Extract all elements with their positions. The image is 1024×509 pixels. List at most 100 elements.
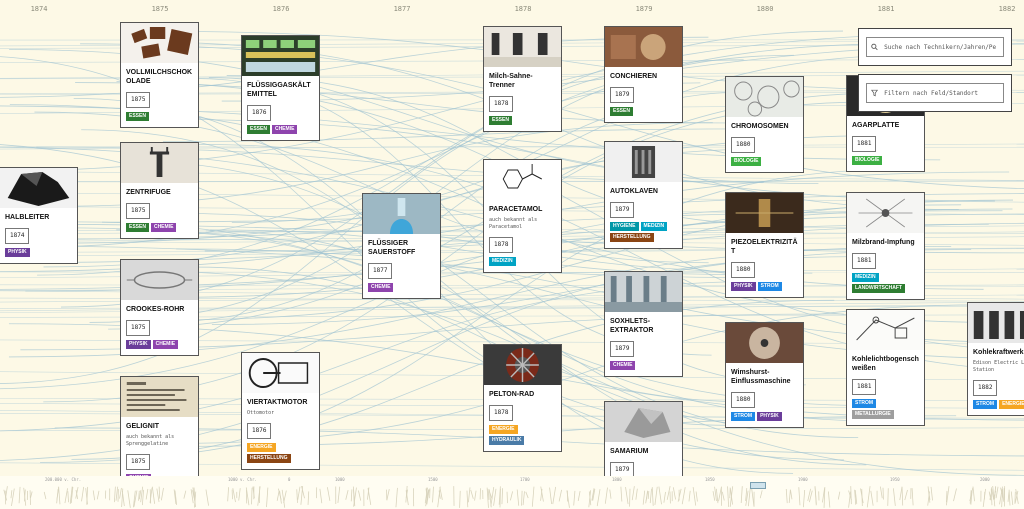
- timeline-card-autoklaven[interactable]: AUTOKLAVEN 1879 HYGIENE MEDIZIN HERSTELLUNG: [604, 141, 683, 249]
- card-year: 1882: [973, 380, 998, 396]
- tag-chemie[interactable]: CHEMIE: [152, 340, 179, 349]
- card-tags: PHYSIK STROM: [731, 282, 798, 293]
- timeline-card-zentrifuge[interactable]: ZENTRIFUGE 1875 ESSEN CHEMIE: [120, 142, 199, 239]
- tag-physik[interactable]: PHYSIK: [757, 412, 782, 421]
- tag-chemie[interactable]: CHEMIE: [610, 361, 636, 370]
- tag-chemie[interactable]: CHEMIE: [150, 223, 177, 232]
- tag-biologie[interactable]: BIOLOGIE: [731, 157, 762, 166]
- tag-essen[interactable]: ESSEN: [489, 116, 512, 125]
- timeline-card-vollmilch[interactable]: VOLLMILCHSCHOKOLADE 1875 ESSEN: [120, 22, 199, 128]
- tag-essen[interactable]: ESSEN: [247, 125, 270, 134]
- tag-physik[interactable]: PHYSIK: [5, 248, 30, 257]
- tag-hygiene[interactable]: HYGIENE: [610, 222, 639, 231]
- tag-chemie[interactable]: CHEMIE: [271, 125, 298, 134]
- tag-energie[interactable]: ENERGIE: [999, 400, 1024, 409]
- minimap-tick: [474, 490, 477, 501]
- minimap-tick: [1002, 488, 1004, 502]
- timeline-card-soxhlet[interactable]: SOXHLETS-EXTRAKTOR 1879 CHEMIE: [604, 271, 683, 377]
- timeline-card-halbleiter[interactable]: HALBLEITER 1874 PHYSIK: [0, 167, 78, 264]
- minimap-tick: [549, 487, 553, 504]
- card-thumbnail: [726, 193, 803, 233]
- minimap-tick: [672, 487, 676, 500]
- timeline-card-viertakt[interactable]: VIERTAKTMOTOR Ottomotor 1876 ENERGIE HERSTEL…: [241, 352, 320, 470]
- tag-medizin[interactable]: MEDIZIN: [852, 273, 879, 282]
- tag-essen[interactable]: ESSEN: [126, 112, 149, 121]
- tag-energie[interactable]: ENERGIE: [489, 425, 518, 434]
- tag-herstellung[interactable]: HERSTELLUNG: [610, 233, 654, 242]
- search-input[interactable]: [882, 42, 1003, 52]
- tag-chemie[interactable]: CHEMIE: [368, 283, 394, 292]
- minimap-tick: [658, 486, 662, 505]
- minimap-tick: [850, 486, 852, 505]
- filter-field[interactable]: [866, 83, 1004, 103]
- minimap-tick: [350, 489, 353, 502]
- minimap-scale-label: 1800: [612, 477, 622, 482]
- minimap-tick: [785, 488, 788, 504]
- timeline-card-piezo[interactable]: PIEZOELEKTRIZITÄT 1880 PHYSIK STROM: [725, 192, 804, 298]
- timeline-card-milzbrand[interactable]: Milzbrand-Impfung 1881 MEDIZIN LANDWIRTSCHA…: [846, 192, 925, 300]
- timeline-minimap[interactable]: 200.000 v. Chr. 1000 v. Chr. 0 1000 1500 1700…: [0, 476, 1024, 509]
- minimap-tick: [620, 486, 623, 502]
- tag-landwirtschaft[interactable]: LANDWIRTSCHAFT: [852, 284, 905, 293]
- minimap-tick: [692, 487, 697, 506]
- minimap-tick: [138, 490, 140, 501]
- minimap-viewport-handle[interactable]: [750, 482, 766, 489]
- tag-physik[interactable]: PHYSIK: [731, 282, 756, 291]
- minimap-tick: [43, 491, 47, 500]
- minimap-tick: [160, 487, 164, 501]
- tag-medizin[interactable]: MEDIZIN: [489, 257, 516, 266]
- tag-biologie[interactable]: BIOLOGIE: [852, 156, 883, 165]
- tag-physik[interactable]: PHYSIK: [126, 340, 151, 349]
- minimap-tick: [531, 486, 535, 507]
- card-year: 1875: [126, 203, 151, 219]
- tag-strom[interactable]: STROM: [757, 282, 782, 291]
- year-label-1877: 1877: [393, 5, 411, 13]
- card-tags: CHEMIE: [368, 283, 435, 294]
- tag-hydraulik[interactable]: HYDRAULIK: [489, 436, 525, 445]
- search-field[interactable]: [866, 37, 1004, 57]
- search-icon: [871, 43, 878, 51]
- minimap-tick: [487, 489, 490, 500]
- minimap-tick: [395, 487, 398, 508]
- timeline-card-kohlekraft[interactable]: Kohlekraftwerk Edison Electric Light Stat…: [967, 302, 1024, 416]
- minimap-tick: [714, 486, 717, 502]
- card-year: 1879: [610, 87, 635, 103]
- timeline-card-crookes[interactable]: CROOKES-ROHR 1875 PHYSIK CHEMIE: [120, 259, 199, 356]
- timeline-card-samarium[interactable]: SAMARIUM 1879: [604, 401, 683, 487]
- tag-essen[interactable]: ESSEN: [610, 107, 633, 116]
- timeline-card-sauerstoff[interactable]: FLÜSSIGER SAUERSTOFF 1877 CHEMIE: [362, 193, 441, 299]
- card-title: CONCHIEREN: [610, 73, 658, 80]
- timeline-card-gelignit[interactable]: GELIGNIT auch bekannt als Sprenggelatine 1…: [120, 376, 199, 490]
- timeline-card-pelton[interactable]: PELTON-RAD 1878 ENERGIE HYDRAULIK: [483, 344, 562, 452]
- minimap-tick: [681, 487, 686, 505]
- timeline-card-conchieren[interactable]: CONCHIEREN 1879 ESSEN: [604, 26, 683, 123]
- tag-strom[interactable]: STROM: [973, 400, 998, 409]
- minimap-tick: [995, 486, 999, 499]
- card-tags: ESSEN CHEMIE: [247, 125, 314, 136]
- tag-metallurgie[interactable]: METALLURGIE: [852, 410, 894, 419]
- timeline-card-chromosomen[interactable]: CHROMOSOMEN 1880 BIOLOGIE: [725, 76, 804, 173]
- card-tags: STROM PHYSIK: [731, 412, 798, 423]
- tag-strom[interactable]: STROM: [731, 412, 756, 421]
- card-title: FLÜSSIGER SAUERSTOFF: [368, 240, 416, 256]
- minimap-tick: [386, 489, 390, 501]
- timeline-card-paracetamol[interactable]: PARACETAMOL auch bekannt als Paracetamol 1…: [483, 159, 562, 273]
- filter-input[interactable]: [882, 88, 1003, 98]
- minimap-tick: [558, 489, 562, 502]
- tag-essen[interactable]: ESSEN: [126, 223, 149, 232]
- tag-herstellung[interactable]: HERSTELLUNG: [247, 454, 291, 463]
- timeline-card-fluessiggas[interactable]: FLÜSSIGGASKÄLTEMITTEL 1876 ESSEN CHEMIE: [241, 35, 320, 141]
- timeline-card-milch-sahne[interactable]: Milch-Sahne-Trenner 1878 ESSEN: [483, 26, 562, 132]
- card-thumbnail: [484, 27, 561, 67]
- year-label-1878: 1878: [514, 5, 532, 13]
- tag-energie[interactable]: ENERGIE: [247, 443, 276, 452]
- tag-strom[interactable]: STROM: [852, 399, 877, 408]
- minimap-tick: [870, 490, 874, 506]
- timeline-card-wimshurst[interactable]: Wimshurst-Einflussmaschine 1880 STROM PHYSI…: [725, 322, 804, 428]
- minimap-scale-label: 1850: [705, 477, 715, 482]
- tag-medizin[interactable]: MEDIZIN: [640, 222, 668, 231]
- minimap-tick: [651, 487, 654, 506]
- card-year: 1881: [852, 136, 877, 152]
- timeline-card-kohlelicht[interactable]: Kohlelichtbogenschweißen 1881 STROM METALLU…: [846, 309, 925, 426]
- minimap-tick: [510, 491, 513, 501]
